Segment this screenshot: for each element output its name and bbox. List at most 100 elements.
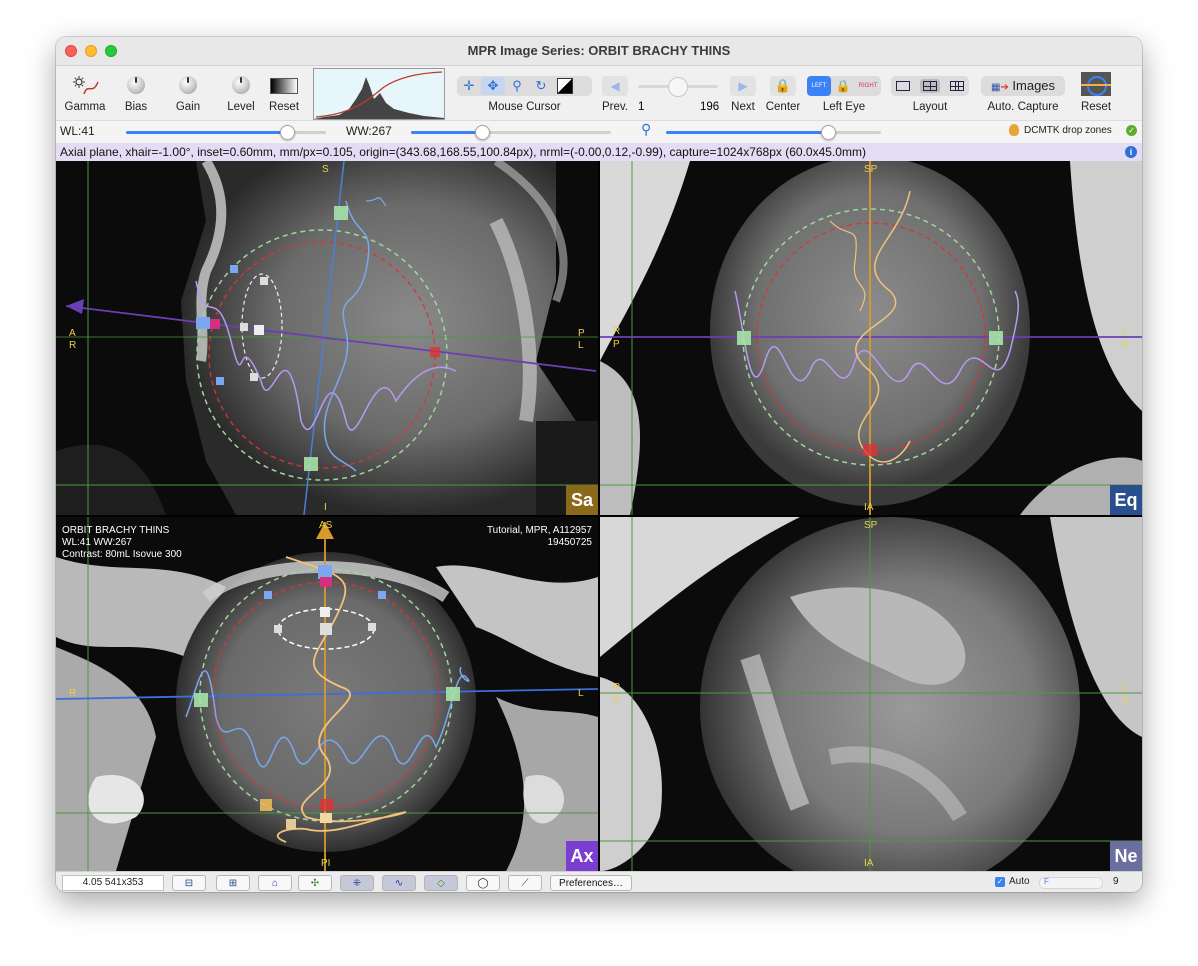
- axes-toggle-button[interactable]: ⁜: [340, 875, 374, 891]
- pan-mode-icon[interactable]: ✥: [481, 77, 505, 95]
- gain-label: Gain: [175, 101, 201, 113]
- line-tool-button[interactable]: ⟋: [508, 875, 542, 891]
- zoom-in-button[interactable]: ⊞: [216, 875, 250, 891]
- auto-capture-control[interactable]: ▦➔ Images Auto. Capture: [980, 70, 1066, 113]
- auto-capture-label: Auto. Capture: [987, 101, 1059, 113]
- home-button[interactable]: ⌂: [258, 875, 292, 891]
- ne-right-label-2: A: [1122, 695, 1129, 706]
- level-control[interactable]: Level: [221, 70, 261, 113]
- axial-overlay-right: Tutorial, MPR, A112957 19450725: [487, 525, 592, 549]
- bias-control[interactable]: Bias: [116, 70, 156, 113]
- level-label: Level: [227, 101, 255, 113]
- next-arrow-icon: ▶: [730, 76, 756, 96]
- ww-label: WW:267: [346, 124, 392, 138]
- slice-max-label: 196: [700, 101, 720, 113]
- slider-row: WL:41 WW:267 ⚲ DCMTK drop zones ✓: [56, 120, 1142, 144]
- layout-control[interactable]: Layout: [890, 70, 970, 113]
- layout-segment: [891, 76, 969, 96]
- zoom-slider-thumb[interactable]: [821, 125, 837, 140]
- wl-slider[interactable]: [126, 125, 326, 140]
- gamma-control[interactable]: Gamma: [60, 70, 110, 113]
- diamond-icon: ◇: [437, 877, 445, 889]
- reset-view-button[interactable]: Reset: [1076, 70, 1116, 113]
- contrast-mode-icon[interactable]: [553, 77, 577, 95]
- ne-top-label: SP: [864, 520, 878, 531]
- crosshair-mode-icon[interactable]: ✛: [457, 77, 481, 95]
- zoom-mode-icon[interactable]: ⚲: [505, 77, 529, 95]
- equatorial-viewport[interactable]: SP IA R P L A Eq: [600, 161, 1142, 515]
- layout-label: Layout: [912, 101, 948, 113]
- preferences-button[interactable]: Preferences…: [550, 875, 632, 891]
- bias-label: Bias: [124, 101, 148, 113]
- sagittal-left-label-1: A: [69, 328, 76, 339]
- sagittal-top-label: S: [322, 164, 329, 175]
- ww-slider-thumb[interactable]: [475, 125, 490, 140]
- dcmtk-balloon-icon: [1009, 124, 1019, 136]
- circle-toggle-button[interactable]: ◯: [466, 875, 500, 891]
- center-button[interactable]: 🔒 Center: [763, 70, 803, 113]
- ne-left-label-2: P: [613, 695, 620, 706]
- level-knob-icon: [232, 76, 250, 94]
- contrast-text: Contrast: 80mL Isovue 300: [62, 549, 182, 560]
- layout-quad-icon[interactable]: [920, 79, 940, 93]
- histogram[interactable]: [313, 68, 445, 120]
- dcmtk-drop-zones-label[interactable]: DCMTK drop zones: [1024, 125, 1112, 136]
- left-eye-label: Left Eye: [822, 101, 866, 113]
- profile-toggle-button[interactable]: ∿: [382, 875, 416, 891]
- reset-view-label: Reset: [1080, 101, 1112, 113]
- window-level-text: WL:41 WW:267: [62, 537, 132, 548]
- slice-slider[interactable]: [638, 77, 718, 97]
- slice-min-label: 1: [638, 101, 645, 113]
- title-bar: MPR Image Series: ORBIT BRACHY THINS: [56, 37, 1142, 66]
- prev-label: Prev.: [602, 101, 628, 113]
- info-icon[interactable]: i: [1125, 146, 1137, 158]
- ww-slider[interactable]: [411, 125, 611, 140]
- axial-badge: Ax: [566, 841, 598, 871]
- mouse-cursor-label: Mouse Cursor: [488, 101, 561, 113]
- slice-slider-thumb[interactable]: [668, 77, 688, 97]
- axial-top-label: AS: [319, 520, 333, 531]
- wl-slider-fill: [126, 131, 286, 134]
- next-label: Next: [731, 101, 755, 113]
- ne-left-label-1: R: [613, 682, 621, 693]
- eye-selector[interactable]: LEFT 🔒 RIGHT Left Eye: [806, 70, 882, 113]
- ne-right-label-1: L: [1122, 682, 1128, 693]
- center-label: Center: [765, 101, 801, 113]
- info-bar: Axial plane, xhair=-1.00°, inset=0.60mm,…: [56, 143, 1142, 161]
- auto-checkbox[interactable]: ✓: [995, 877, 1005, 887]
- zoom-out-button[interactable]: ⊟: [172, 875, 206, 891]
- equatorial-badge: Eq: [1110, 485, 1142, 515]
- next-button[interactable]: ▶ Next: [728, 70, 758, 113]
- layout-single-icon[interactable]: [896, 81, 910, 91]
- mpr-window: MPR Image Series: ORBIT BRACHY THINS Gam…: [56, 37, 1142, 892]
- eye-lock-icon: 🔒: [835, 79, 851, 93]
- auto-capture-button[interactable]: ▦➔ Images: [981, 76, 1065, 96]
- frame-slider-label: F: [1044, 877, 1049, 886]
- reset-lut-label: Reset: [268, 101, 300, 113]
- equatorial-left-label-2: P: [613, 339, 620, 350]
- zoom-slider[interactable]: [666, 125, 881, 140]
- sagittal-badge: Sa: [566, 485, 598, 515]
- prev-button[interactable]: ◀ Prev.: [600, 70, 630, 113]
- left-eye-tag[interactable]: LEFT: [807, 76, 831, 96]
- frame-slider[interactable]: F: [1039, 877, 1103, 889]
- gain-control[interactable]: Gain: [168, 70, 208, 113]
- wl-slider-thumb[interactable]: [280, 125, 295, 140]
- diamond-toggle-button[interactable]: ◇: [424, 875, 458, 891]
- eye-segment: LEFT 🔒 RIGHT: [807, 76, 881, 96]
- reset-lut-button[interactable]: Reset: [264, 70, 304, 113]
- ne-viewport[interactable]: SP IA R P L A Ne: [600, 517, 1142, 871]
- equatorial-left-label-1: R: [613, 326, 621, 337]
- crosshair-toggle-button[interactable]: ✣: [298, 875, 332, 891]
- axial-viewport[interactable]: ORBIT BRACHY THINS WL:41 WW:267 Contrast…: [56, 517, 598, 871]
- right-eye-tag[interactable]: RIGHT: [855, 76, 881, 96]
- wl-label: WL:41: [60, 124, 95, 138]
- sagittal-viewport[interactable]: S I A R P L Sa: [56, 161, 598, 515]
- gain-knob-icon: [179, 76, 197, 94]
- prev-arrow-icon: ◀: [602, 76, 628, 96]
- layout-nine-icon[interactable]: [950, 81, 964, 91]
- sagittal-right-label-2: L: [578, 340, 584, 351]
- equatorial-right-label-2: A: [1122, 339, 1129, 350]
- rotate-mode-icon[interactable]: ↻: [529, 77, 553, 95]
- ne-bottom-label: IA: [864, 858, 874, 869]
